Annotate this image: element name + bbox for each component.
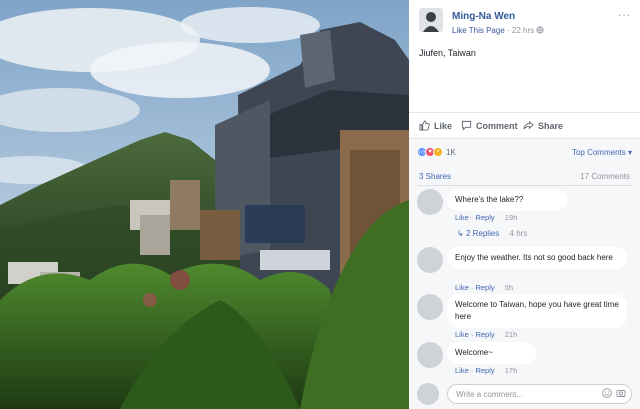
comment-label: Comment xyxy=(476,120,518,131)
thumbs-up-icon xyxy=(419,120,430,131)
post-options-icon[interactable]: ··· xyxy=(618,10,631,21)
comment-like-link[interactable]: Like xyxy=(455,283,469,292)
reaction-summary[interactable]: 👍︎ ♥ • 1K xyxy=(417,147,456,157)
divider xyxy=(417,185,632,186)
commenter-avatar[interactable] xyxy=(417,342,443,368)
comment-reply-link[interactable]: Reply xyxy=(475,213,494,222)
comment-actions: Like · Reply 17h xyxy=(455,366,518,375)
comment-sort-dropdown[interactable]: Top Comments ▾ xyxy=(572,148,632,157)
comment-time: 17h xyxy=(504,366,518,375)
share-label: Share xyxy=(538,120,564,131)
commenter-avatar[interactable] xyxy=(417,294,443,320)
comments-count[interactable]: 17 Comments xyxy=(580,172,630,181)
share-icon xyxy=(523,120,534,130)
viewer-avatar xyxy=(417,383,439,405)
comment-bubble: Welcome~ xyxy=(447,342,537,364)
commenter-avatar[interactable] xyxy=(417,189,443,215)
replies-time: 4 hrs xyxy=(509,229,528,238)
reply-arrow-icon: ↳ xyxy=(457,229,464,238)
like-page-link[interactable]: Like This Page xyxy=(452,26,505,35)
comments-section: 👍︎ ♥ • 1K Top Comments ▾ 3 Shares 17 Com… xyxy=(409,138,640,409)
meta-separator: · xyxy=(507,26,510,35)
shares-link[interactable]: 3 Shares xyxy=(419,172,451,181)
comment-reply-link[interactable]: Reply xyxy=(475,330,494,339)
post-meta: Like This Page · 22 hrs xyxy=(452,26,544,35)
comment-time: 19h xyxy=(504,213,518,222)
post-action-bar: Like Comment Share xyxy=(409,112,640,138)
photo-scene xyxy=(0,0,409,409)
comment-composer xyxy=(417,383,632,405)
comment-icon xyxy=(461,120,472,131)
comment-bubble: Enjoy the weather. Its not so good back … xyxy=(447,247,627,269)
camera-icon[interactable] xyxy=(616,388,626,398)
comment-like-link[interactable]: Like xyxy=(455,330,469,339)
like-button[interactable]: Like xyxy=(419,120,452,131)
comment-bubble: Welcome to Taiwan, hope you have great t… xyxy=(447,294,627,328)
wow-reaction-icon: • xyxy=(433,147,443,157)
comment-text: Enjoy the weather. Its not so good back … xyxy=(455,253,613,262)
comment-bubble: Where's the lake?? xyxy=(447,189,567,211)
comment-text: Where's the lake?? xyxy=(455,195,524,204)
view-replies-link[interactable]: ↳ 2 Replies 4 hrs xyxy=(457,229,527,238)
comment-actions: Like · Reply 5h xyxy=(455,283,514,292)
reaction-count: 1K xyxy=(446,147,456,157)
emoji-icon[interactable] xyxy=(602,388,612,398)
like-label: Like xyxy=(434,120,453,131)
comment-reply-link[interactable]: Reply xyxy=(475,283,494,292)
page-avatar[interactable] xyxy=(419,8,443,32)
globe-icon xyxy=(536,26,544,35)
comment-time: 5h xyxy=(504,283,514,292)
comment-actions: Like · Reply 19h xyxy=(455,213,518,222)
post-caption: Jiufen, Taiwan xyxy=(419,48,476,58)
comment-like-link[interactable]: Like xyxy=(455,366,469,375)
composer-icons xyxy=(602,388,626,398)
post-sidebar: Ming-Na Wen Like This Page · 22 hrs ··· … xyxy=(409,0,640,409)
post-header: Ming-Na Wen Like This Page · 22 hrs ··· xyxy=(419,8,631,38)
share-button[interactable]: Share xyxy=(523,120,563,131)
commenter-avatar[interactable] xyxy=(417,247,443,273)
post-photo[interactable] xyxy=(0,0,409,409)
comment-text: Welcome to Taiwan, hope you have great t… xyxy=(455,300,619,321)
comment-time: 21h xyxy=(504,330,518,339)
post-time[interactable]: 22 hrs xyxy=(512,26,534,35)
comment-like-link[interactable]: Like xyxy=(455,213,469,222)
comment-button[interactable]: Comment xyxy=(461,120,518,131)
comment-text: Welcome~ xyxy=(455,348,493,357)
avatar-image xyxy=(419,8,443,32)
comment-actions: Like · Reply 21h xyxy=(455,330,518,339)
post-author[interactable]: Ming-Na Wen xyxy=(452,11,515,22)
comment-reply-link[interactable]: Reply xyxy=(475,366,494,375)
replies-label: 2 Replies xyxy=(465,229,500,238)
